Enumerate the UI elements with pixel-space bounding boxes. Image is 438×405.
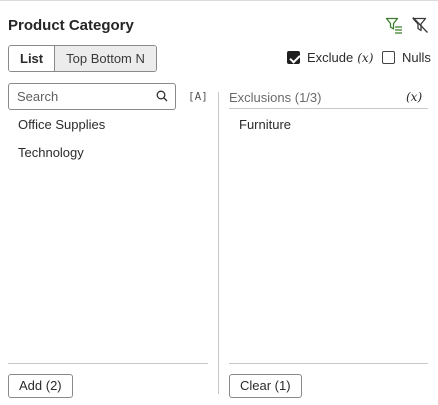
list-item[interactable]: Furniture: [239, 118, 291, 146]
exclude-expression-button[interactable]: (x): [357, 51, 373, 65]
panel-title: Product Category: [8, 17, 134, 34]
exclusions-header-divider: [229, 108, 428, 109]
column-divider: [218, 92, 219, 394]
search-box: [8, 83, 176, 110]
mode-switch: List Top Bottom N: [8, 45, 157, 72]
exclusions-header: Exclusions (1/3): [229, 90, 322, 105]
exclude-label: Exclude: [307, 50, 354, 65]
available-footer-divider: [8, 363, 208, 364]
clear-filter-icon[interactable]: [411, 16, 429, 34]
exclusions-footer-divider: [229, 363, 428, 364]
nulls-option[interactable]: Nulls: [382, 50, 431, 65]
filter-settings-icon[interactable]: [385, 16, 403, 34]
exclude-checkbox[interactable]: [287, 51, 300, 64]
search-icon[interactable]: [156, 90, 168, 102]
exclude-option[interactable]: Exclude (x): [287, 50, 373, 65]
tab-list[interactable]: List: [9, 46, 55, 71]
list-item[interactable]: Office Supplies: [18, 118, 105, 146]
list-item[interactable]: Technology: [18, 146, 105, 174]
exclusions-expression-button[interactable]: (x): [406, 90, 422, 104]
exclusions-list: Furniture: [239, 118, 291, 146]
add-button[interactable]: Add (2): [8, 374, 73, 398]
clear-button[interactable]: Clear (1): [229, 374, 302, 398]
nulls-checkbox[interactable]: [382, 51, 395, 64]
available-values-list: Office Supplies Technology: [18, 118, 105, 174]
tab-top-bottom-n[interactable]: Top Bottom N: [54, 46, 156, 71]
match-case-toggle[interactable]: [A]: [188, 90, 208, 103]
top-divider: [0, 0, 438, 1]
nulls-label: Nulls: [402, 50, 431, 65]
search-input[interactable]: [9, 84, 149, 109]
